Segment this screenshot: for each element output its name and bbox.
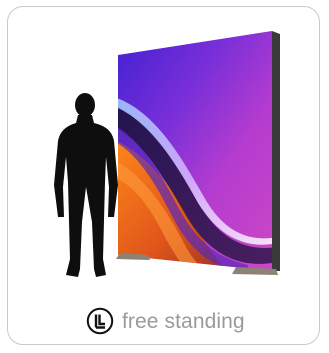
feature-label: free standing [122,309,245,333]
person-silhouette [54,93,118,277]
frame-edge [272,31,280,271]
feature-caption: free standing [86,307,245,335]
free-standing-icon [86,307,114,335]
product-card: free standing [7,6,320,345]
product-illustration [54,31,280,277]
